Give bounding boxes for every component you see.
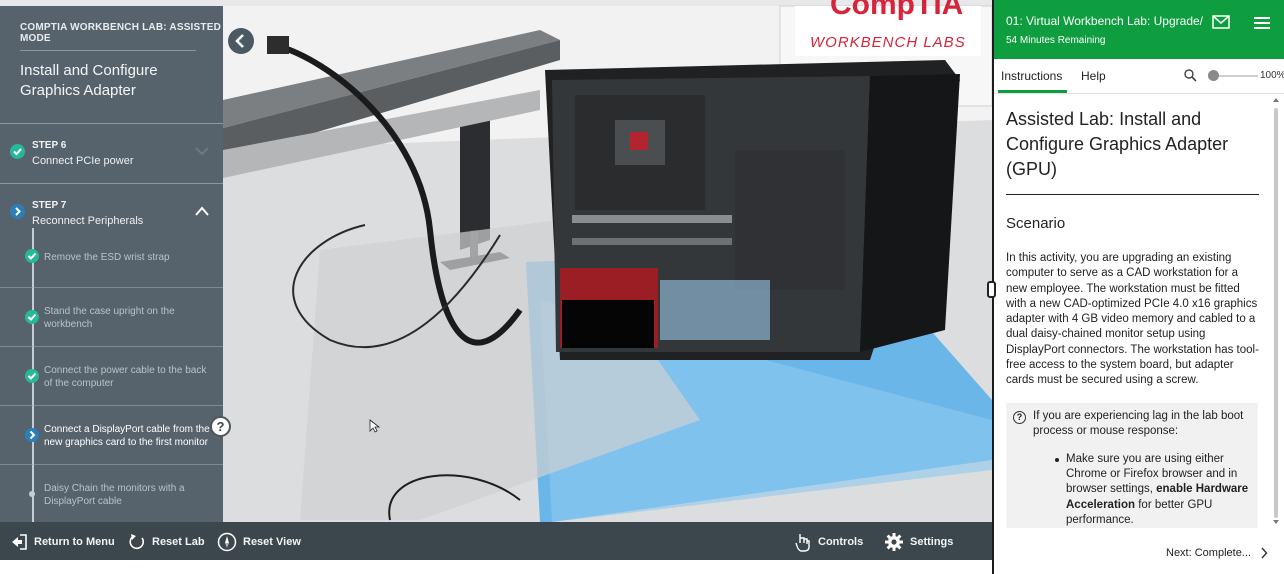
chevron-right-icon <box>25 428 39 442</box>
note-intro: If you are experiencing lag in the lab b… <box>1033 409 1244 437</box>
next-step-link[interactable]: Next: Complete... <box>1166 547 1251 559</box>
step-7-name: Reconnect Peripherals <box>32 215 144 227</box>
scenario-text: In this activity, you are upgrading an e… <box>1006 252 1259 387</box>
substep-item[interactable]: Connect the power cable to the back of t… <box>0 346 223 405</box>
active-tab-indicator <box>998 90 1067 93</box>
chevron-right-icon[interactable] <box>1260 547 1268 559</box>
check-icon <box>25 310 39 324</box>
help-question-icon[interactable]: ? <box>210 416 231 437</box>
check-icon <box>10 144 25 159</box>
bullet-icon <box>1055 457 1059 462</box>
brand-sub-text: WORKBENCH LABS <box>810 34 966 51</box>
return-arrow-icon <box>12 534 27 550</box>
zoom-value: 100% <box>1260 70 1284 81</box>
reset-view-button[interactable]: Reset View <box>217 532 301 552</box>
steps-panel: COMPTIA WORKBENCH LAB: ASSISTED MODE Ins… <box>0 6 223 522</box>
scenario-heading: Scenario <box>1006 215 1066 232</box>
substep-text: Connect the power cable to the back of t… <box>44 365 207 389</box>
mail-icon[interactable] <box>1212 15 1230 29</box>
question-circle-icon: ? <box>1013 410 1026 424</box>
substep-text: Connect a DisplayPort cable from the new… <box>44 424 210 448</box>
pending-dot-icon <box>29 491 35 497</box>
tab-help[interactable]: Help <box>1081 69 1106 83</box>
substep-item[interactable]: Stand the case upright on the workbench <box>0 287 223 346</box>
doc-title: Assisted Lab: Install and Configure Grap… <box>1006 109 1229 179</box>
lab-name: 01: Virtual Workbench Lab: Upgrade/ <box>1006 14 1204 28</box>
step-7-number: STEP 7 <box>32 200 67 211</box>
reset-icon <box>129 534 145 550</box>
hamburger-menu-icon[interactable] <box>1253 16 1271 30</box>
back-button[interactable] <box>228 28 254 54</box>
substep-item[interactable]: Remove the ESD wrist strap <box>0 228 223 287</box>
reset-lab-button[interactable]: Reset Lab <box>128 532 205 552</box>
chevron-left-icon <box>235 34 244 48</box>
lab-title: Install and Configure Graphics Adapter <box>20 62 158 99</box>
check-icon <box>25 369 39 383</box>
time-remaining: 54 Minutes Remaining <box>1006 35 1106 46</box>
substep-text: Daisy Chain the monitors with a DisplayP… <box>44 483 185 507</box>
substep-list: Remove the ESD wrist strap Stand the cas… <box>0 228 223 522</box>
substep-item[interactable]: Daisy Chain the monitors with a DisplayP… <box>0 464 223 522</box>
reset-view-label: Reset View <box>243 536 301 548</box>
step-6[interactable]: STEP 6 Connect PCIe power <box>0 124 223 183</box>
substep-item-current[interactable]: Connect a DisplayPort cable from the new… <box>0 405 223 464</box>
compass-icon <box>217 532 237 552</box>
step-6-name: Connect PCIe power <box>32 155 134 167</box>
pane-tabs: Instructions Help 100% <box>994 59 1284 94</box>
pane-header: 01: Virtual Workbench Lab: Upgrade/ 54 M… <box>994 0 1284 59</box>
chevron-right-icon <box>10 204 25 219</box>
scrollbar-thumb[interactable] <box>1274 108 1278 518</box>
tab-instructions[interactable]: Instructions <box>1001 69 1062 83</box>
title-divider <box>1006 194 1259 195</box>
zoom-slider-handle[interactable] <box>1208 70 1219 81</box>
hand-pointer-icon <box>795 534 810 552</box>
mode-label: COMPTIA WORKBENCH LAB: ASSISTED MODE <box>20 22 222 44</box>
settings-button[interactable]: Settings <box>884 532 953 552</box>
check-icon <box>25 249 39 263</box>
note-list-item: Make sure you are using either Chrome or… <box>1066 452 1256 528</box>
performance-note: ? If you are experiencing lag in the lab… <box>1006 402 1258 528</box>
substep-text: Remove the ESD wrist strap <box>44 252 170 263</box>
return-to-menu-button[interactable]: Return to Menu <box>10 532 115 552</box>
settings-label: Settings <box>910 536 954 548</box>
reset-lab-label: Reset Lab <box>152 536 205 548</box>
bottom-toolbar: Return to Menu Reset Lab Reset View Cont… <box>0 522 992 560</box>
controls-label: Controls <box>818 536 864 548</box>
instructions-pane: 01: Virtual Workbench Lab: Upgrade/ 54 M… <box>992 0 1284 574</box>
chevron-down-icon[interactable] <box>192 144 212 158</box>
lab-window: CompTIA WORKBENCH LABS COMPTIA WORKBENCH… <box>0 0 1284 574</box>
brand-logo-text: CompTIA <box>830 0 963 21</box>
pane-resize-handle[interactable] <box>987 281 996 298</box>
search-icon[interactable] <box>1184 69 1197 82</box>
substep-text: Stand the case upright on the workbench <box>44 306 175 330</box>
return-to-menu-label: Return to Menu <box>34 536 115 548</box>
controls-button[interactable]: Controls <box>794 532 863 552</box>
gear-icon <box>885 533 903 551</box>
instructions-content: Assisted Lab: Install and Configure Grap… <box>1006 98 1270 528</box>
chevron-up-icon[interactable] <box>192 204 212 218</box>
step-6-number: STEP 6 <box>32 140 67 151</box>
